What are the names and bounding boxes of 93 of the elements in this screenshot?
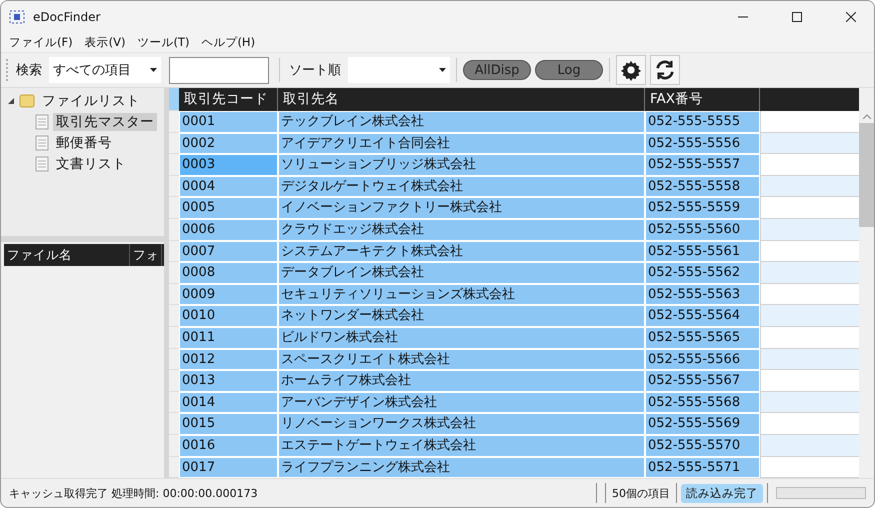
row-header[interactable] bbox=[169, 456, 179, 478]
search-label: 検索 bbox=[15, 62, 43, 79]
table-cell[interactable]: 052-555-5565 bbox=[645, 326, 760, 349]
table-cell[interactable]: システムアーキテクト株式会社 bbox=[278, 240, 645, 262]
refresh-button[interactable] bbox=[650, 55, 680, 85]
sort-dropdown[interactable] bbox=[348, 57, 450, 83]
folder-icon bbox=[19, 93, 35, 108]
app-icon bbox=[9, 10, 25, 24]
document-icon bbox=[35, 134, 49, 150]
table-cell[interactable]: データブレイン株式会社 bbox=[278, 262, 645, 284]
table-cell[interactable]: 0010 bbox=[179, 305, 278, 327]
row-header[interactable] bbox=[169, 392, 179, 414]
window-title: eDocFinder bbox=[33, 10, 102, 24]
table-cell[interactable]: 052-555-5567 bbox=[645, 370, 760, 392]
table-cell[interactable]: 0002 bbox=[179, 132, 278, 154]
table-cell[interactable]: スペースクリエイト株式会社 bbox=[278, 348, 645, 370]
table-cell[interactable]: 052-555-5570 bbox=[645, 434, 760, 456]
table-cell[interactable]: 0016 bbox=[179, 434, 278, 456]
table-cell[interactable]: 0013 bbox=[179, 370, 278, 392]
tree-item[interactable]: 郵便番号 bbox=[53, 134, 115, 152]
table-cell[interactable]: アイデアクリエイト合同会社 bbox=[278, 132, 645, 154]
scroll-up-icon[interactable] bbox=[862, 114, 870, 119]
table-cell[interactable]: 052-555-5557 bbox=[645, 154, 760, 176]
close-icon[interactable] bbox=[846, 12, 856, 22]
table-cell[interactable]: デジタルゲートウェイ株式会社 bbox=[278, 176, 645, 198]
table-cell[interactable]: クラウドエッジ株式会社 bbox=[278, 218, 645, 241]
table-cell[interactable]: 052-555-5562 bbox=[645, 262, 760, 284]
menu-item[interactable]: 表示(V) bbox=[78, 34, 132, 50]
toggle-button[interactable]: AllDisp bbox=[463, 60, 531, 80]
status-badge: 読み込み完了 bbox=[681, 484, 763, 502]
settings-button[interactable] bbox=[616, 55, 646, 85]
table-cell[interactable]: 052-555-5556 bbox=[645, 132, 760, 154]
table-cell[interactable]: 052-555-5566 bbox=[645, 348, 760, 370]
table-cell[interactable]: イノベーションファクトリー株式会社 bbox=[278, 197, 645, 219]
table-cell[interactable]: ライフプランニング株式会社 bbox=[278, 456, 645, 478]
table-cell[interactable]: 0015 bbox=[179, 413, 278, 435]
table-cell[interactable]: 0004 bbox=[179, 176, 278, 198]
table-cell[interactable]: 0009 bbox=[179, 284, 278, 306]
table-cell[interactable]: リノベーションワークス株式会社 bbox=[278, 413, 645, 435]
table-cell[interactable]: 0012 bbox=[179, 348, 278, 370]
caret-icon bbox=[150, 68, 157, 72]
menu-item[interactable]: ファイル(F) bbox=[3, 34, 79, 50]
table-cell[interactable]: 0006 bbox=[179, 218, 278, 241]
table-cell[interactable]: 052-555-5568 bbox=[645, 392, 760, 414]
table-cell[interactable]: 0005 bbox=[179, 197, 278, 219]
table-cell[interactable]: 0007 bbox=[179, 240, 278, 262]
table-cell[interactable]: 0014 bbox=[179, 392, 278, 414]
refresh-icon bbox=[654, 59, 676, 81]
menu-item[interactable]: ヘルプ(H) bbox=[195, 34, 262, 50]
row-header[interactable] bbox=[169, 132, 179, 154]
table-cell[interactable]: テックブレイン株式会社 bbox=[278, 111, 645, 133]
table-cell[interactable]: 052-555-5571 bbox=[645, 456, 760, 478]
table-cell[interactable]: 0003 bbox=[179, 154, 278, 176]
document-icon bbox=[35, 114, 49, 130]
search-field[interactable] bbox=[169, 56, 269, 84]
row-header[interactable] bbox=[169, 348, 179, 370]
table-cell[interactable]: 0008 bbox=[179, 262, 278, 284]
table-cell[interactable]: 052-555-5560 bbox=[645, 218, 760, 241]
tree-item[interactable]: 取引先マスター bbox=[53, 112, 157, 130]
table-cell[interactable]: 052-555-5559 bbox=[645, 197, 760, 219]
search-scope-dropdown[interactable]: すべての項目 bbox=[49, 57, 161, 83]
table-cell[interactable]: セキュリティソリューションズ株式会社 bbox=[278, 284, 645, 306]
table-cell[interactable]: 052-555-5563 bbox=[645, 284, 760, 306]
column-header[interactable]: ファイル名 bbox=[4, 244, 130, 266]
gear-icon bbox=[620, 59, 642, 81]
table-cell[interactable]: 0017 bbox=[179, 456, 278, 478]
table-cell[interactable]: ビルドワン株式会社 bbox=[278, 326, 645, 349]
document-icon bbox=[35, 156, 49, 172]
item-count: 50個の項目 bbox=[611, 486, 671, 500]
maximize-icon[interactable] bbox=[792, 12, 802, 22]
table-cell[interactable]: 052-555-5564 bbox=[645, 305, 760, 327]
table-cell[interactable]: 052-555-5569 bbox=[645, 413, 760, 435]
table-cell[interactable]: アーバンデザイン株式会社 bbox=[278, 392, 645, 414]
caret-icon bbox=[439, 68, 446, 72]
table-cell[interactable]: 052-555-5561 bbox=[645, 240, 760, 262]
row-header[interactable] bbox=[169, 240, 179, 262]
tree-item[interactable]: 文書リスト bbox=[53, 154, 129, 172]
table-cell[interactable]: ネットワンダー株式会社 bbox=[278, 305, 645, 327]
column-header[interactable]: フォ bbox=[130, 244, 162, 266]
expand-arrow-icon[interactable] bbox=[7, 96, 15, 104]
menu-item[interactable]: ツール(T) bbox=[131, 34, 196, 50]
table-cell[interactable]: ホームライフ株式会社 bbox=[278, 370, 645, 392]
table-cell[interactable]: ソリューションブリッジ株式会社 bbox=[278, 154, 645, 176]
table-cell[interactable]: 052-555-5555 bbox=[645, 111, 760, 133]
tree-item[interactable]: ファイルリスト bbox=[39, 92, 143, 110]
toggle-button[interactable]: Log bbox=[535, 60, 603, 80]
table-cell[interactable]: 0001 bbox=[179, 111, 278, 133]
scrollbar-thumb[interactable] bbox=[859, 123, 874, 227]
table-cell[interactable]: 0011 bbox=[179, 326, 278, 349]
table-cell[interactable]: エステートゲートウェイ株式会社 bbox=[278, 434, 645, 456]
status-message: キャッシュ取得完了 処理時間: 00:00:00.000173 bbox=[9, 486, 259, 500]
table-cell[interactable]: 052-555-5558 bbox=[645, 176, 760, 198]
sort-label: ソート順 bbox=[288, 62, 342, 79]
